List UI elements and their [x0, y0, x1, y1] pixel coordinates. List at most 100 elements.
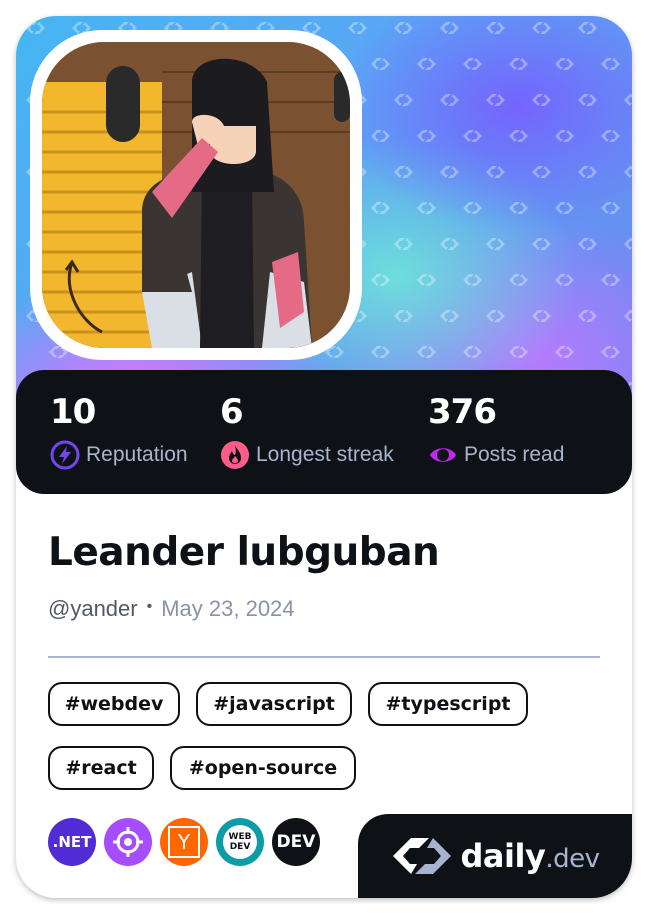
pattern-logo: [578, 310, 597, 322]
pattern-logo: [509, 274, 528, 286]
pattern-logo: [555, 274, 574, 286]
pattern-logo: [371, 202, 390, 214]
pattern-logo: [624, 22, 632, 34]
pattern-logo: [578, 166, 597, 178]
pattern-logo: [417, 130, 436, 142]
webdev-label: WEB DEV: [223, 825, 257, 859]
pattern-logo: [371, 274, 390, 286]
stat-label: Longest streak: [256, 443, 394, 466]
tag-chip[interactable]: #javascript: [196, 682, 352, 726]
ycombinator-label: Y: [168, 826, 200, 858]
stat-label: Posts read: [464, 443, 565, 466]
dev-logo[interactable]: DEV: [272, 818, 320, 866]
pattern-logo: [555, 58, 574, 70]
pattern-logo: [578, 238, 597, 250]
stat-label: Reputation: [86, 443, 188, 466]
pattern-logo: [394, 238, 413, 250]
pattern-logo: [555, 202, 574, 214]
dotnet-logo[interactable]: .NET: [48, 818, 96, 866]
cover-background: [16, 16, 632, 416]
pattern-logo: [440, 22, 459, 34]
pattern-logo: [440, 310, 459, 322]
pattern-logo: [509, 130, 528, 142]
pattern-logo: [486, 238, 505, 250]
stat-reputation: 10 Reputation: [50, 392, 188, 470]
joined-date: May 23, 2024: [161, 596, 295, 621]
tag-chip[interactable]: #open-source: [170, 746, 356, 790]
pattern-logo: [624, 94, 632, 106]
pattern-logo: [463, 274, 482, 286]
pattern-logo: [417, 58, 436, 70]
pattern-logo: [578, 94, 597, 106]
eye-icon: [430, 448, 456, 462]
crosshair-logo[interactable]: [104, 818, 152, 866]
pattern-logo: [371, 58, 390, 70]
pattern-logo: [532, 310, 551, 322]
pattern-logo: [417, 274, 436, 286]
pattern-logo: [440, 238, 459, 250]
divider: [48, 656, 600, 658]
avatar-frame: [30, 30, 362, 360]
webdev-logo[interactable]: WEB DEV: [216, 818, 264, 866]
pattern-logo: [440, 166, 459, 178]
pattern-logo: [26, 22, 45, 34]
pattern-logo: [509, 202, 528, 214]
tag-chip[interactable]: #react: [48, 746, 154, 790]
pattern-logo: [532, 94, 551, 106]
pattern-logo: [486, 310, 505, 322]
profile-handle: @yander: [48, 596, 138, 621]
pattern-logo: [394, 22, 413, 34]
pattern-logo: [624, 310, 632, 322]
pattern-logo: [532, 166, 551, 178]
stat-posts-read: 376 Posts read: [428, 392, 564, 470]
pattern-logo: [555, 346, 574, 358]
pattern-logo: [624, 166, 632, 178]
pattern-logo: [348, 22, 367, 34]
avatar-illustration: [42, 42, 350, 348]
daily-dev-brand: daily.dev: [358, 814, 632, 898]
pattern-logo: [440, 94, 459, 106]
pattern-logo: [394, 310, 413, 322]
pattern-logo: [601, 274, 620, 286]
pattern-logo: [555, 130, 574, 142]
pattern-logo: [509, 346, 528, 358]
pattern-logo: [463, 202, 482, 214]
pattern-logo: [463, 58, 482, 70]
pattern-logo: [486, 22, 505, 34]
devcard: 10 Reputation 6 Longest streak 376 Posts…: [16, 16, 632, 898]
pattern-logo: [486, 166, 505, 178]
pattern-logo: [371, 346, 390, 358]
lightning-icon: [50, 440, 80, 470]
brand-suffix: .dev: [545, 844, 600, 874]
stat-longest-streak: 6 Longest streak: [220, 392, 394, 470]
crosshair-icon: [113, 827, 143, 857]
profile-name: Leander lubguban: [48, 530, 440, 575]
profile-meta: @yander • May 23, 2024: [48, 596, 295, 622]
flame-icon: [221, 441, 249, 469]
meta-separator: •: [146, 598, 153, 615]
avatar: [42, 42, 350, 348]
pattern-logo: [463, 346, 482, 358]
pattern-logo: [578, 22, 597, 34]
ycombinator-logo[interactable]: Y: [160, 818, 208, 866]
stats-bar: 10 Reputation 6 Longest streak 376 Posts…: [16, 370, 632, 494]
pattern-logo: [532, 238, 551, 250]
pattern-logo: [371, 130, 390, 142]
pattern-logo: [601, 130, 620, 142]
pattern-logo: [417, 346, 436, 358]
pattern-logo: [486, 94, 505, 106]
pattern-logo: [601, 202, 620, 214]
stat-value: 376: [428, 392, 497, 432]
tag-chip[interactable]: #webdev: [48, 682, 180, 726]
pattern-logo: [394, 94, 413, 106]
pattern-logo: [601, 58, 620, 70]
brand-name: daily: [460, 837, 546, 875]
daily-dev-logo-icon: [392, 838, 451, 874]
pattern-logo: [463, 130, 482, 142]
pattern-logo: [509, 58, 528, 70]
pattern-logo: [394, 166, 413, 178]
pattern-logo: [417, 202, 436, 214]
tag-chip[interactable]: #typescript: [368, 682, 528, 726]
stat-value: 10: [50, 392, 96, 432]
pattern-logo: [624, 238, 632, 250]
